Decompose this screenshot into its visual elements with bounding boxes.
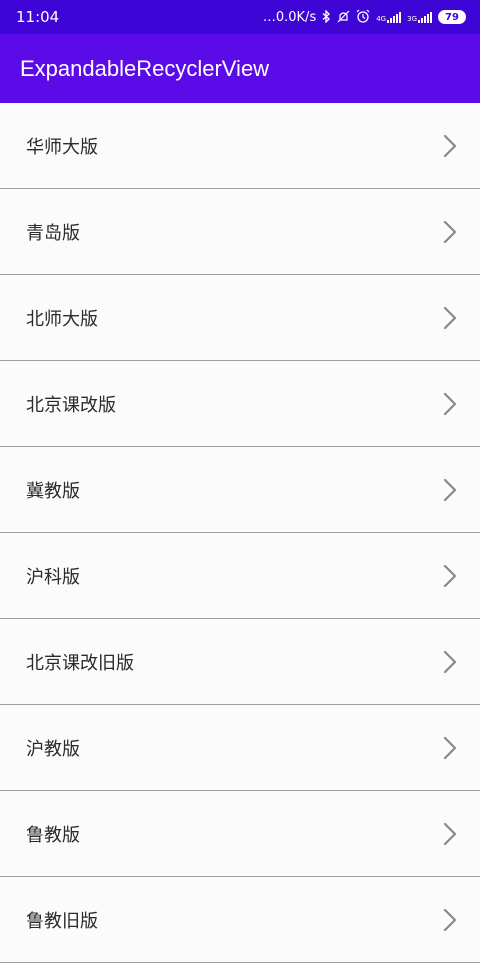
list-item[interactable]: 北师大版 bbox=[0, 275, 480, 361]
list-item[interactable]: 沪科版 bbox=[0, 533, 480, 619]
list-item[interactable]: 华师大版 bbox=[0, 103, 480, 189]
list-item[interactable]: 鲁教旧版 bbox=[0, 877, 480, 963]
list-item[interactable]: 青岛版 bbox=[0, 189, 480, 275]
alarm-icon bbox=[356, 9, 370, 25]
chevron-right-icon[interactable] bbox=[442, 908, 458, 932]
list-item[interactable]: 冀教版 bbox=[0, 447, 480, 533]
list-item-label: 北京课改版 bbox=[26, 394, 116, 416]
chevron-right-icon[interactable] bbox=[442, 736, 458, 760]
network-speed: …0.0K/s bbox=[262, 9, 317, 25]
signal-icon-4g: 4G bbox=[376, 11, 402, 23]
list-item[interactable]: 北京课改旧版 bbox=[0, 619, 480, 705]
signal-label-4g: 4G bbox=[376, 14, 387, 23]
battery-indicator: 79 bbox=[438, 10, 466, 24]
list-item-label: 鲁教旧版 bbox=[26, 910, 98, 932]
signal-label-3g: 3G bbox=[407, 14, 417, 23]
chevron-right-icon[interactable] bbox=[442, 220, 458, 244]
list-item[interactable]: 沪教版 bbox=[0, 705, 480, 791]
bluetooth-icon bbox=[322, 8, 331, 25]
list-item[interactable]: 鲁教版 bbox=[0, 791, 480, 877]
list-item-label: 鲁教版 bbox=[26, 824, 80, 846]
chevron-right-icon[interactable] bbox=[442, 650, 458, 674]
list-item[interactable]: 北京课改版 bbox=[0, 361, 480, 447]
list-item-label: 北京课改旧版 bbox=[26, 652, 134, 674]
status-bar: 11:04 …0.0K/s 4G 3G 79 bbox=[0, 0, 480, 34]
status-time: 11:04 bbox=[16, 8, 60, 26]
chevron-right-icon[interactable] bbox=[442, 822, 458, 846]
list-item-label: 冀教版 bbox=[26, 480, 80, 502]
status-icons: …0.0K/s 4G 3G 79 bbox=[262, 8, 466, 25]
signal-icon-3g: 3G bbox=[407, 11, 432, 23]
list-item-label: 华师大版 bbox=[26, 136, 98, 158]
chevron-right-icon[interactable] bbox=[442, 392, 458, 416]
list-item-label: 青岛版 bbox=[26, 222, 80, 244]
list-item-label: 沪科版 bbox=[26, 566, 80, 588]
list-item-label: 北师大版 bbox=[26, 308, 98, 330]
chevron-right-icon[interactable] bbox=[442, 564, 458, 588]
app-bar: ExpandableRecyclerView bbox=[0, 34, 480, 103]
chevron-right-icon[interactable] bbox=[442, 306, 458, 330]
list-item-label: 沪教版 bbox=[26, 738, 80, 760]
chevron-right-icon[interactable] bbox=[442, 478, 458, 502]
expandable-list: 华师大版青岛版北师大版北京课改版冀教版沪科版北京课改旧版 沪教版鲁教版鲁教旧版 bbox=[0, 103, 480, 963]
mute-icon bbox=[337, 10, 350, 25]
chevron-right-icon[interactable] bbox=[442, 134, 458, 158]
app-title: ExpandableRecyclerView bbox=[20, 55, 270, 81]
